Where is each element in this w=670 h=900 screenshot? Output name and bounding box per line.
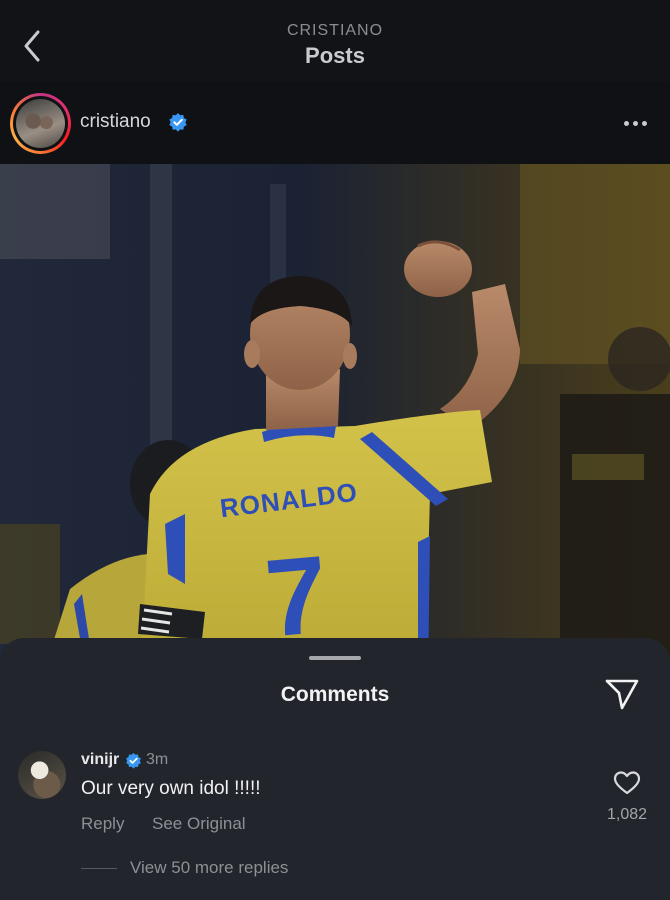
more-options-button[interactable] bbox=[620, 108, 650, 138]
comment-text: Our very own idol !!!!! bbox=[81, 778, 261, 799]
share-button[interactable] bbox=[602, 676, 642, 712]
like-comment-button[interactable] bbox=[610, 767, 644, 799]
view-more-replies-button[interactable]: View 50 more replies bbox=[130, 858, 288, 878]
verified-icon bbox=[169, 113, 187, 132]
header-account-name: CRISTIANO bbox=[286, 22, 384, 39]
comment-avatar[interactable] bbox=[18, 751, 66, 799]
comment-timestamp: 3m bbox=[146, 751, 169, 768]
profile-avatar[interactable] bbox=[10, 93, 71, 154]
sheet-drag-handle[interactable] bbox=[309, 656, 361, 660]
comment-username[interactable]: vinijr bbox=[81, 751, 119, 769]
post-username[interactable]: cristiano bbox=[80, 111, 151, 133]
comments-title: Comments bbox=[280, 683, 390, 706]
avatar-photo bbox=[16, 99, 65, 148]
replies-divider bbox=[81, 868, 117, 869]
comment-like-count: 1,082 bbox=[606, 806, 648, 823]
page-title: Posts bbox=[305, 43, 365, 68]
post-image: RONALDO 7 bbox=[0, 164, 670, 684]
heart-icon bbox=[613, 771, 641, 795]
comments-sheet: Comments vinijr 3m Our very own idol !!!… bbox=[0, 638, 670, 900]
verified-icon bbox=[126, 752, 141, 769]
post-photo[interactable]: RONALDO 7 bbox=[0, 164, 670, 684]
see-original-button[interactable]: See Original bbox=[152, 814, 246, 834]
top-navigation-bar: CRISTIANO Posts bbox=[0, 0, 670, 82]
more-dots-icon bbox=[623, 120, 629, 126]
reply-button[interactable]: Reply bbox=[81, 814, 124, 834]
post-header: cristiano bbox=[0, 82, 670, 164]
send-icon bbox=[605, 679, 639, 710]
